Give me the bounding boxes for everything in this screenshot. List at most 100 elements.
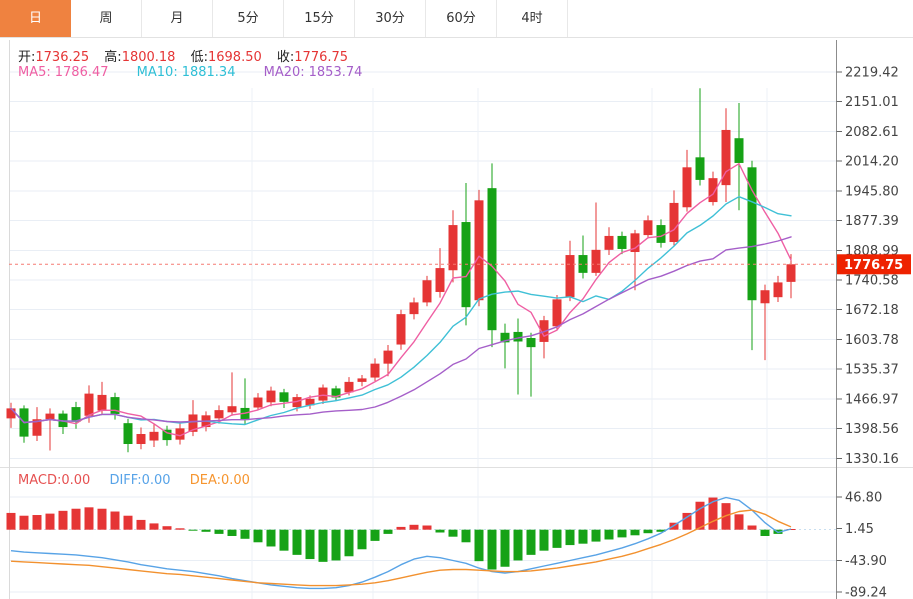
macd-bar [149,523,159,530]
axis-tick-label: 46.80 [845,490,882,505]
macd-bar [474,529,484,562]
candle-body [370,363,380,378]
candle-body [526,338,536,348]
macd-bar [45,513,55,530]
macd-bar [253,529,263,543]
axis-tick-label: 1330.16 [845,452,899,467]
macd-bar [422,525,432,530]
macd-bar [448,529,458,537]
macd-bar [604,529,614,540]
axis-tick-label: 1466.97 [845,392,899,407]
macd-bar [747,525,757,530]
candle-body [487,188,497,331]
axis-tick-label: 1398.56 [845,422,899,437]
candle-body [773,282,783,298]
last-price-tag: 1776.75 [837,254,911,275]
macd-bar [357,529,367,550]
tab-4hour[interactable]: 4时 [497,0,568,37]
macd-bar [435,529,445,533]
macd-bar [383,529,393,534]
candle-body [643,220,653,236]
candle-body [45,413,55,420]
candle-body [448,225,458,271]
candle-body [84,393,94,416]
tab-month[interactable]: 月 [142,0,213,37]
macd-bar [578,529,588,544]
axis-tick-label: 1.45 [845,522,874,537]
macd-bar [760,529,770,536]
axis-tick-label: 1877.39 [845,214,899,229]
macd-bar [188,529,198,531]
macd-bar [32,515,42,530]
candle-body [149,431,159,441]
tab-day[interactable]: 日 [0,0,71,37]
candle-body [435,268,445,292]
candle-body [604,235,614,250]
macd-bar [162,526,172,530]
axis-tick-label: -43.90 [845,554,887,569]
candle-body [214,410,224,419]
macd-bar [370,529,380,541]
macd-bar [136,519,146,530]
axis-tick-label: 2014.20 [845,155,899,170]
candle-body [747,167,757,301]
axis-tick-label: 1603.78 [845,333,899,348]
candle-body [396,314,406,345]
candle-body [422,280,432,303]
candle-body [591,249,601,273]
tab-5min[interactable]: 5分 [213,0,284,37]
axis-tick-label: 1945.80 [845,184,899,199]
tab-30min[interactable]: 30分 [355,0,426,37]
candle-body [409,302,419,315]
candle-body [786,264,796,282]
candle-body [318,387,328,401]
macd-bar [305,529,315,560]
macd-bar [565,529,575,546]
tab-60min[interactable]: 60分 [426,0,497,37]
candle-body [734,138,744,163]
candle-body [565,255,575,298]
candle-body [669,202,679,243]
candle-body [695,157,705,180]
axis-tick-label: 1740.58 [845,273,899,288]
macd-bar [487,529,497,570]
macd-bar [19,515,29,530]
macd-bar [175,528,185,530]
macd-bar [500,529,510,567]
candle-body [474,200,484,301]
axis-tick-label: -89.24 [845,586,887,599]
tab-15min[interactable]: 15分 [284,0,355,37]
candle-body [617,235,627,249]
candle-body [6,408,16,419]
candle-body [136,434,146,445]
macd-histogram [6,497,796,570]
macd-bar [526,529,536,555]
candle-body [266,390,276,403]
candle-body [344,381,354,393]
candle-body [279,392,289,402]
macd-bar [643,529,653,534]
macd-bar [266,529,276,547]
kline-chart-canvas[interactable]: 2219.42 2151.01 2082.61 2014.20 1945.80 1877.… [0,0,913,599]
axis-tick-label: 1672.18 [845,303,899,318]
macd-bar [591,529,601,542]
macd-bar [6,512,16,530]
macd-bar [513,529,523,561]
price-axis: 2219.42 2151.01 2082.61 2014.20 1945.80 1877.… [0,40,913,599]
macd-bar [227,529,237,536]
candle-body [253,397,263,408]
axis-tick-label: 2151.01 [845,95,899,110]
macd-bar [318,529,328,562]
diff-line [10,496,792,590]
macd-bar [97,508,107,530]
tab-week[interactable]: 周 [71,0,142,37]
macd-bar [409,524,419,530]
macd-bar [58,510,68,530]
macd-bar [331,529,341,561]
candle-body [513,331,523,342]
macd-bar [292,529,302,555]
candle-body [357,378,367,382]
macd-bar [461,529,471,543]
candle-body [682,167,692,208]
macd-bar [71,508,81,530]
